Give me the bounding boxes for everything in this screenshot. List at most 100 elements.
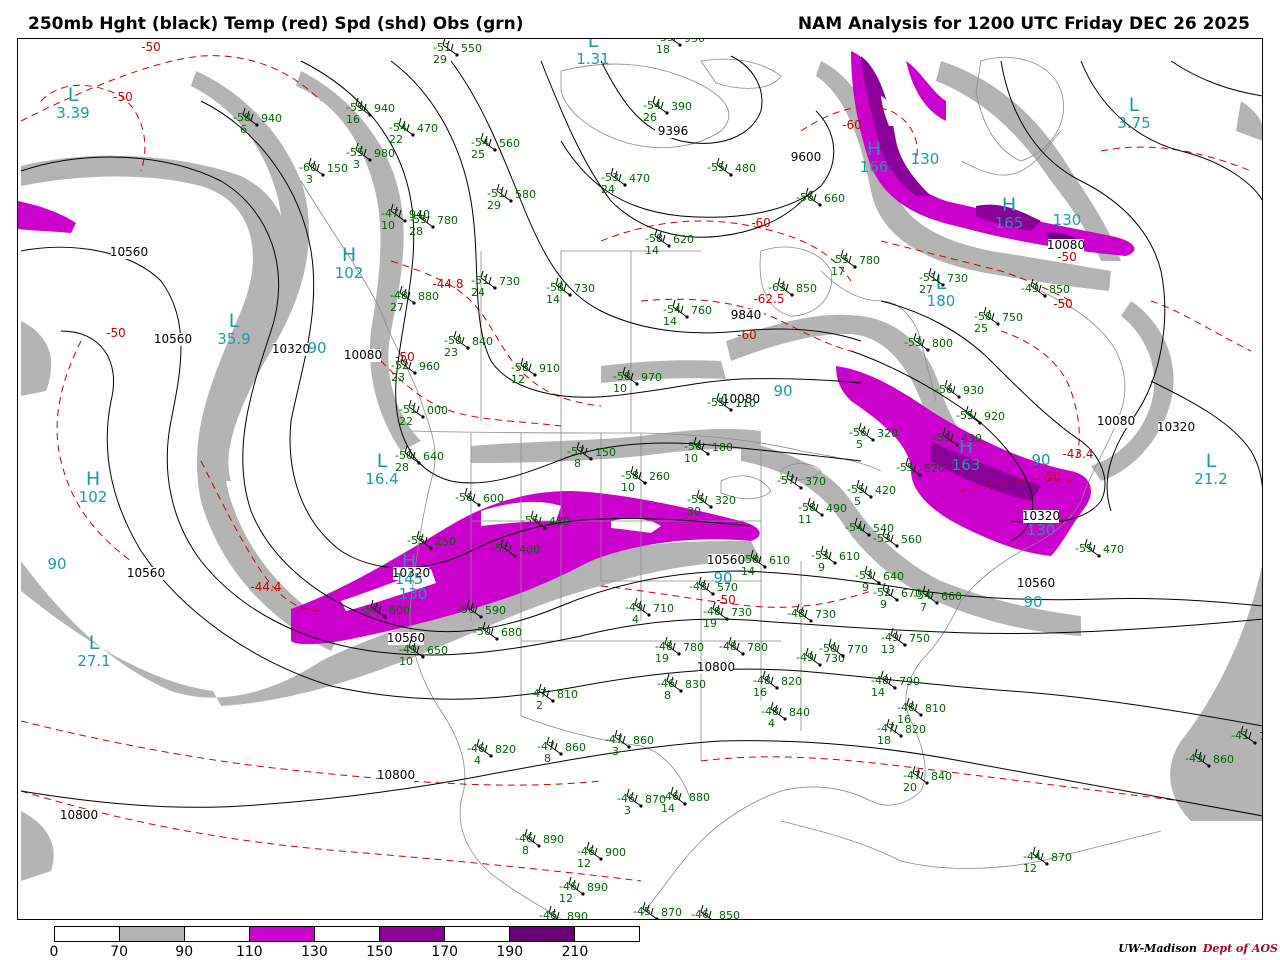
legend-tick-label: 0 bbox=[49, 944, 59, 960]
obs-temperature: -46 bbox=[691, 908, 709, 920]
speed-label: 130 bbox=[1027, 521, 1056, 539]
obs-height: 770 bbox=[847, 643, 868, 656]
obs-dewpoint-depression: 25 bbox=[471, 148, 485, 161]
obs-dewpoint-depression: 19 bbox=[655, 652, 669, 665]
station-observation: -473860 bbox=[605, 729, 654, 758]
legend-tick-label: 90 bbox=[175, 944, 194, 960]
station-observation: -5414760 bbox=[663, 299, 712, 328]
obs-height: 600 bbox=[483, 492, 504, 505]
legend-color-segment bbox=[55, 927, 120, 941]
temperature-label: -44.8 bbox=[432, 277, 463, 291]
speed-label: 90 bbox=[1031, 451, 1050, 469]
obs-height: 830 bbox=[685, 678, 706, 691]
legend-color-segment bbox=[445, 927, 510, 941]
obs-temperature: -50 bbox=[473, 625, 491, 638]
legend-color-segment bbox=[380, 927, 445, 941]
obs-height: 730 bbox=[815, 608, 836, 621]
temperature-label: -50 bbox=[1041, 470, 1061, 484]
pressure-center-letter: L bbox=[377, 450, 388, 472]
obs-dewpoint-depression: 9 bbox=[818, 561, 825, 574]
station-observation: -56 660 bbox=[796, 187, 845, 207]
station-observation: -48 730 bbox=[787, 603, 836, 623]
obs-dewpoint-depression: 28 bbox=[395, 461, 409, 474]
station-observation: -5023840 bbox=[444, 330, 493, 359]
credit: UW-Madison Dept of AOS bbox=[1118, 942, 1278, 955]
obs-dewpoint-depression: 10 bbox=[381, 219, 395, 232]
obs-height: 400 bbox=[519, 543, 540, 556]
pressure-center-letter: L bbox=[936, 272, 947, 294]
obs-height: 470 bbox=[629, 172, 650, 185]
obs-height: 660 bbox=[824, 192, 845, 205]
pressure-center-letter: H bbox=[86, 468, 100, 490]
obs-height: 760 bbox=[691, 304, 712, 317]
analysis-time-title: NAM Analysis for 1200 UTC Friday DEC 26 … bbox=[797, 14, 1250, 34]
temperature-contour bbox=[1100, 146, 1252, 172]
obs-height: 860 bbox=[565, 741, 586, 754]
obs-temperature: -53 bbox=[491, 542, 509, 555]
pressure-center-letter: L bbox=[68, 84, 79, 106]
station-observation: -5810260 bbox=[621, 465, 670, 494]
pressure-center-letter: H bbox=[867, 138, 881, 160]
station-observation: -472810 bbox=[529, 683, 578, 712]
station-observation: -463870 bbox=[617, 788, 666, 817]
obs-dewpoint-depression: 9 bbox=[880, 598, 887, 611]
obs-height: 790 bbox=[899, 675, 920, 688]
station-observation: -5129550 bbox=[433, 39, 482, 66]
obs-height: 850 bbox=[796, 282, 817, 295]
obs-dewpoint-depression: 3 bbox=[306, 173, 313, 186]
height-label: 10800 bbox=[697, 660, 735, 674]
station-observation: -5223960 bbox=[391, 355, 440, 384]
obs-dewpoint-depression: 24 bbox=[471, 286, 485, 299]
obs-height: 150 bbox=[327, 162, 348, 175]
station-observation: -5426390 bbox=[643, 95, 692, 124]
speed-label: 90 bbox=[307, 339, 326, 357]
obs-height: 490 bbox=[826, 502, 847, 515]
obs-height: 960 bbox=[419, 360, 440, 373]
station-observation: -5516940 bbox=[346, 97, 395, 126]
temperature-label: -50 bbox=[106, 326, 126, 340]
pressure-center-value: 3.39 bbox=[56, 104, 89, 122]
height-contour bbox=[20, 740, 1262, 817]
map-title: 250mb Hght (black) Temp (red) Spd (shd) … bbox=[28, 14, 524, 34]
station-observation: -4814790 bbox=[871, 670, 920, 699]
temperature-contour bbox=[390, 260, 602, 407]
station-observation: -4827880 bbox=[390, 285, 439, 314]
station-observation: -5422470 bbox=[389, 117, 438, 146]
station-observation: -5528780 bbox=[409, 209, 458, 238]
temperature-label: -60 bbox=[751, 216, 771, 230]
station-observation: -603150 bbox=[299, 157, 348, 186]
speed-label: 130 bbox=[1053, 211, 1082, 229]
obs-dewpoint-depression: 14 bbox=[661, 802, 675, 815]
obs-dewpoint-depression: 30 bbox=[687, 505, 701, 518]
obs-temperature: -50 bbox=[457, 603, 475, 616]
obs-temperature: -49 bbox=[1021, 282, 1039, 295]
obs-height: 810 bbox=[925, 702, 946, 715]
obs-dewpoint-depression: 4 bbox=[632, 613, 639, 626]
speed-band-70-90 bbox=[1091, 301, 1174, 481]
pressure-center-letter: L bbox=[229, 310, 240, 332]
credit-org: UW-Madison bbox=[1118, 942, 1197, 955]
temperature-label: -44.4 bbox=[250, 580, 281, 594]
obs-height: 430 bbox=[961, 432, 982, 445]
obs-height: 860 bbox=[1213, 753, 1234, 766]
obs-temperature: -48 bbox=[719, 640, 737, 653]
station-observation: -50 680 bbox=[473, 621, 522, 641]
obs-height: 180 bbox=[712, 441, 733, 454]
obs-height: 910 bbox=[539, 362, 560, 375]
obs-height: 780 bbox=[683, 641, 704, 654]
obs-dewpoint-depression: 7 bbox=[920, 601, 927, 614]
obs-height: 880 bbox=[418, 290, 439, 303]
obs-temperature: -54 bbox=[845, 521, 863, 534]
station-observation: -55 470 bbox=[1075, 538, 1124, 558]
obs-height: 580 bbox=[515, 188, 536, 201]
obs-dewpoint-depression: 10 bbox=[613, 382, 627, 395]
station-observation: -55 480 bbox=[707, 157, 756, 177]
station-observation: -46 890 bbox=[539, 905, 588, 919]
obs-dewpoint-depression: 10 bbox=[621, 481, 635, 494]
obs-height: 850 bbox=[1049, 283, 1070, 296]
obs-height: 750 bbox=[909, 632, 930, 645]
obs-height: 660 bbox=[941, 590, 962, 603]
obs-height: 600 bbox=[389, 604, 410, 617]
obs-temperature: -63 bbox=[768, 281, 786, 294]
station-observation: -478860 bbox=[537, 736, 586, 765]
